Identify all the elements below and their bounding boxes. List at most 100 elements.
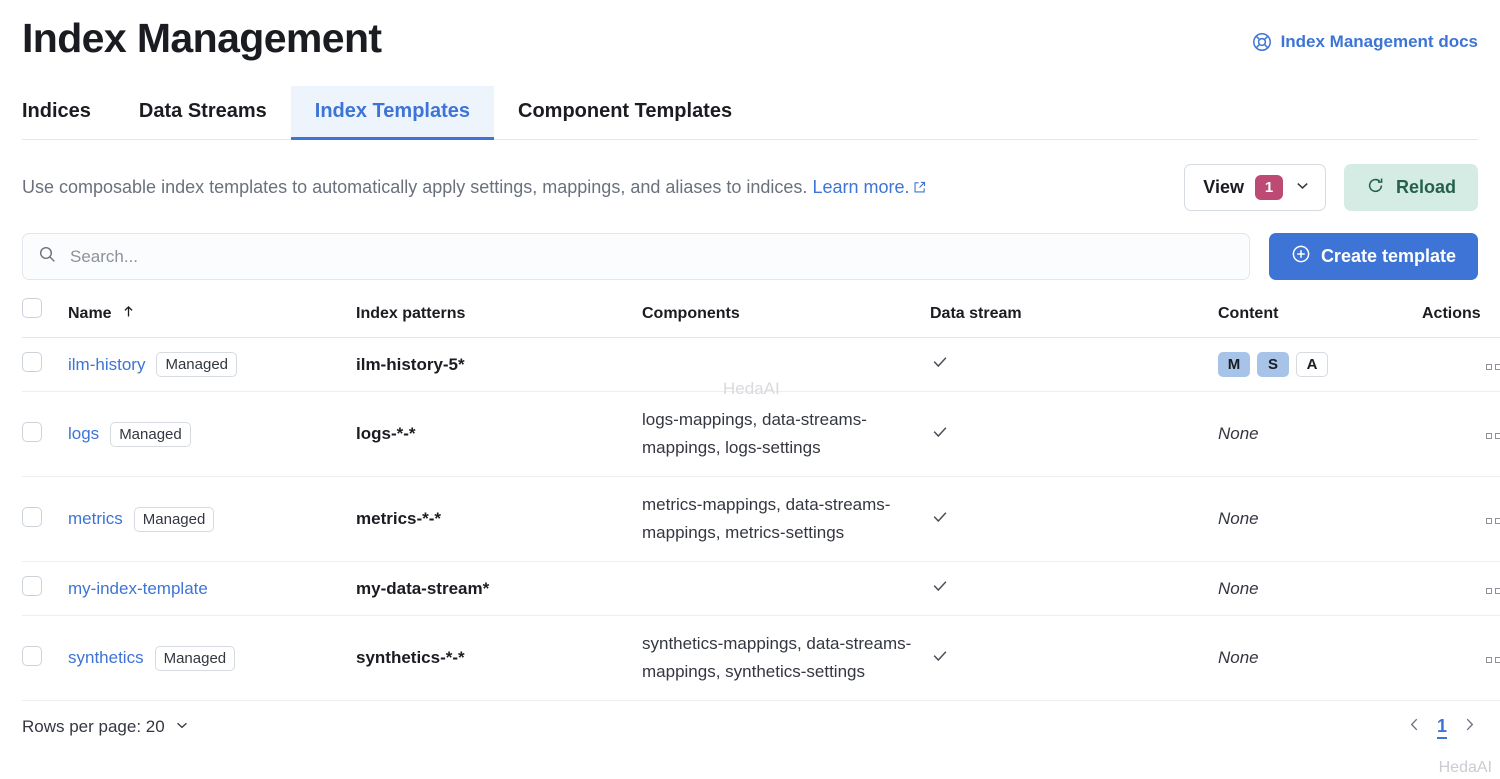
page-number-1[interactable]: 1 [1437, 715, 1447, 739]
index-management-docs-link[interactable]: Index Management docs [1252, 32, 1478, 52]
view-button-label: View [1203, 177, 1244, 198]
row-data-stream-cell [930, 338, 1218, 392]
table-row: my-index-template my-data-stream* None [22, 562, 1500, 616]
column-header-name-label: Name [68, 305, 112, 322]
managed-badge: Managed [155, 646, 236, 671]
check-icon [930, 427, 950, 446]
index-pattern-value: ilm-history-5* [356, 355, 465, 374]
row-select-cell [22, 338, 68, 392]
row-content-cell: None [1218, 616, 1422, 701]
template-name-link[interactable]: my-index-template [68, 579, 208, 599]
content-badge-aliases: A [1296, 352, 1328, 377]
column-header-data-stream[interactable]: Data stream [930, 298, 1218, 338]
row-checkbox[interactable] [22, 507, 42, 527]
select-all-header [22, 298, 68, 338]
search-input-wrapper[interactable]: Search... [22, 233, 1250, 280]
content-badge-settings: S [1257, 352, 1289, 377]
row-checkbox[interactable] [22, 646, 42, 666]
row-actions-cell [1422, 562, 1500, 616]
components-value: metrics-mappings, data-streams-mappings,… [642, 495, 890, 542]
page-header: Index Management Index Management docs [22, 0, 1478, 64]
search-icon [38, 245, 57, 269]
chevron-down-icon [1294, 177, 1311, 199]
reload-button[interactable]: Reload [1344, 164, 1478, 211]
row-actions-cell [1422, 477, 1500, 562]
chevron-right-icon[interactable] [1461, 716, 1478, 738]
row-actions-cell [1422, 392, 1500, 477]
row-checkbox[interactable] [22, 576, 42, 596]
index-pattern-value: metrics-*-* [356, 509, 441, 528]
row-components-cell: metrics-mappings, data-streams-mappings,… [642, 477, 930, 562]
row-checkbox[interactable] [22, 422, 42, 442]
row-index-patterns-cell: my-data-stream* [356, 562, 642, 616]
row-data-stream-cell [930, 616, 1218, 701]
column-header-components[interactable]: Components [642, 298, 930, 338]
row-name-cell: my-index-template [68, 562, 356, 616]
row-components-cell: synthetics-mappings, data-streams-mappin… [642, 616, 930, 701]
pagination: 1 [1406, 715, 1478, 739]
managed-badge: Managed [110, 422, 191, 447]
row-components-cell [642, 562, 930, 616]
index-pattern-value: logs-*-* [356, 424, 416, 443]
row-components-cell [642, 338, 930, 392]
row-actions-cell [1422, 338, 1500, 392]
rows-per-page-selector[interactable]: Rows per page: 20 [22, 717, 190, 738]
row-data-stream-cell [930, 562, 1218, 616]
watermark-footer: HedaAI [1439, 759, 1492, 777]
row-index-patterns-cell: logs-*-* [356, 392, 642, 477]
row-name-cell: metrics Managed [68, 477, 356, 562]
components-value: synthetics-mappings, data-streams-mappin… [642, 634, 911, 681]
content-none-value: None [1218, 424, 1259, 443]
template-name-link[interactable]: logs [68, 424, 99, 444]
managed-badge: Managed [134, 507, 215, 532]
more-actions-icon[interactable] [1486, 518, 1500, 524]
tab-index-templates[interactable]: Index Templates [291, 86, 494, 140]
tab-indices[interactable]: Indices [22, 86, 115, 140]
row-name-cell: logs Managed [68, 392, 356, 477]
search-row: Search... Create template [22, 233, 1478, 280]
chevron-left-icon[interactable] [1406, 716, 1423, 738]
template-name-link[interactable]: metrics [68, 509, 123, 529]
tab-data-streams[interactable]: Data Streams [115, 86, 291, 140]
select-all-checkbox[interactable] [22, 298, 42, 318]
components-value: logs-mappings, data-streams-mappings, lo… [642, 410, 867, 457]
index-management-page: Index Management Index Management docs I… [0, 0, 1500, 779]
more-actions-icon[interactable] [1486, 433, 1500, 439]
table-header-row: Name Index patterns Components Data stre… [22, 298, 1500, 338]
table-row: logs Managed logs-*-* logs-mappings, dat… [22, 392, 1500, 477]
more-actions-icon[interactable] [1486, 657, 1500, 663]
view-filter-button[interactable]: View 1 [1184, 164, 1326, 211]
more-actions-icon[interactable] [1486, 364, 1500, 370]
row-checkbox[interactable] [22, 352, 42, 372]
row-select-cell [22, 562, 68, 616]
content-none-value: None [1218, 648, 1259, 667]
template-name-link[interactable]: synthetics [68, 648, 144, 668]
table-row: ilm-history Managed ilm-history-5* [22, 338, 1500, 392]
index-pattern-value: my-data-stream* [356, 579, 489, 598]
row-content-cell: M S A [1218, 338, 1422, 392]
check-icon [930, 651, 950, 670]
main-tabs: Indices Data Streams Index Templates Com… [22, 86, 1478, 140]
index-templates-table: Name Index patterns Components Data stre… [22, 298, 1500, 701]
column-header-index-patterns[interactable]: Index patterns [356, 298, 642, 338]
check-icon [930, 581, 950, 600]
row-data-stream-cell [930, 477, 1218, 562]
learn-more-link[interactable]: Learn more. [812, 177, 909, 197]
description-text: Use composable index templates to automa… [22, 174, 926, 201]
row-index-patterns-cell: metrics-*-* [356, 477, 642, 562]
reload-button-label: Reload [1396, 177, 1456, 198]
search-input[interactable]: Search... [70, 247, 138, 267]
template-name-link[interactable]: ilm-history [68, 355, 145, 375]
tab-component-templates[interactable]: Component Templates [494, 86, 756, 140]
row-select-cell [22, 477, 68, 562]
description-sentence: Use composable index templates to automa… [22, 177, 807, 197]
more-actions-icon[interactable] [1486, 588, 1500, 594]
row-name-cell: synthetics Managed [68, 616, 356, 701]
row-index-patterns-cell: synthetics-*-* [356, 616, 642, 701]
create-template-button[interactable]: Create template [1269, 233, 1478, 280]
column-header-name[interactable]: Name [68, 298, 356, 338]
content-badge-mappings: M [1218, 352, 1250, 377]
arrow-up-icon [122, 305, 135, 322]
table-footer: Rows per page: 20 1 [22, 715, 1478, 739]
column-header-content[interactable]: Content [1218, 298, 1422, 338]
